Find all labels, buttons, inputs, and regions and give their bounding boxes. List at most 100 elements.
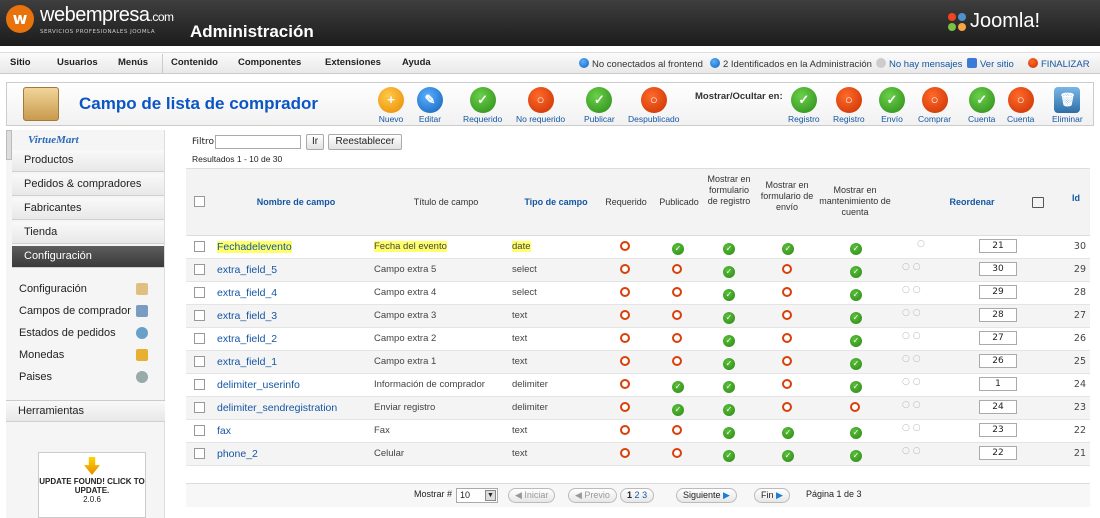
new-button[interactable]: + Nuevo [378,87,404,124]
order-input[interactable]: 28 [979,308,1017,322]
reorder-arrows[interactable]: ○ ○ [902,400,921,410]
menu-menus[interactable]: Menús [118,57,148,68]
order-input[interactable]: 21 [979,239,1017,253]
field-name-link[interactable]: fax [217,425,231,437]
row-checkbox[interactable] [194,310,205,321]
menu-componentes[interactable]: Componentes [238,57,301,68]
not-required-button[interactable]: ○ No requerido [516,87,565,124]
no-icon[interactable] [672,264,682,274]
no-icon[interactable] [782,333,792,343]
reorder-arrows[interactable]: ○ ○ [902,446,921,456]
edit-button[interactable]: ✎ Editar [417,87,443,124]
reorder-arrows[interactable]: ○ ○ [902,423,921,433]
check-icon[interactable]: ✓ [672,381,684,393]
order-input[interactable]: 27 [979,331,1017,345]
no-icon[interactable] [620,241,630,251]
no-icon[interactable] [782,287,792,297]
check-icon[interactable]: ✓ [850,450,862,462]
show-registration-off-button[interactable]: ○ Registro [833,87,865,124]
reorder-arrows[interactable]: ○ ○ [902,354,921,364]
no-icon[interactable] [620,287,630,297]
row-checkbox[interactable] [194,264,205,275]
no-icon[interactable] [782,356,792,366]
field-name-link[interactable]: extra_field_4 [217,287,277,299]
no-icon[interactable] [672,448,682,458]
end-button[interactable]: Fin ▶ [754,488,790,503]
page-1[interactable]: 1 [627,490,632,500]
order-input[interactable]: 26 [979,354,1017,368]
check-icon[interactable]: ✓ [782,450,794,462]
sidebar-link-campos-comprador[interactable]: Campos de comprador [19,305,131,317]
field-name-link[interactable]: extra_field_3 [217,310,277,322]
sidebar-item-fabricantes[interactable]: Fabricantes [12,198,164,220]
no-icon[interactable] [782,379,792,389]
no-icon[interactable] [672,310,682,320]
limit-select[interactable]: 10 ▼ [456,488,498,503]
row-checkbox[interactable] [194,241,205,252]
sidebar-link-paises[interactable]: Paises [19,371,52,383]
delete-button[interactable]: 🗑 Eliminar [1052,87,1083,124]
row-checkbox[interactable] [194,402,205,413]
col-type[interactable]: Tipo de campo [516,197,596,208]
prev-button[interactable]: ◀ Previo [568,488,617,503]
col-reorder[interactable]: Reordenar [902,197,1042,208]
check-icon[interactable]: ✓ [672,243,684,255]
field-name-link[interactable]: delimiter_userinfo [217,379,300,391]
check-icon[interactable]: ✓ [723,427,735,439]
no-icon[interactable] [620,379,630,389]
field-name-link[interactable]: extra_field_1 [217,356,277,368]
check-icon[interactable]: ✓ [850,427,862,439]
sidebar-item-pedidos[interactable]: Pedidos & compradores [12,174,164,196]
start-button[interactable]: ◀ Iniciar [508,488,556,503]
check-icon[interactable]: ✓ [850,358,862,370]
check-icon[interactable]: ✓ [723,266,735,278]
page-2[interactable]: 2 [635,490,640,500]
no-icon[interactable] [672,425,682,435]
show-account-on-button[interactable]: ✓ Cuenta [968,87,995,124]
required-button[interactable]: ✓ Requerido [463,87,502,124]
go-button[interactable]: Ir [306,134,324,150]
row-checkbox[interactable] [194,333,205,344]
order-input[interactable]: 29 [979,285,1017,299]
select-all-checkbox[interactable] [194,196,205,207]
check-icon[interactable]: ✓ [723,312,735,324]
sidebar-link-estados-pedidos[interactable]: Estados de pedidos [19,327,116,339]
sidebar-item-herramientas[interactable]: Herramientas [6,400,165,422]
reorder-arrows[interactable]: ○ [917,239,925,249]
row-checkbox[interactable] [194,448,205,459]
check-icon[interactable]: ✓ [723,243,735,255]
reorder-arrows[interactable]: ○ ○ [902,285,921,295]
check-icon[interactable]: ✓ [723,358,735,370]
row-checkbox[interactable] [194,287,205,298]
check-icon[interactable]: ✓ [850,381,862,393]
menu-usuarios[interactable]: Usuarios [57,57,98,68]
reorder-arrows[interactable]: ○ ○ [902,331,921,341]
reorder-arrows[interactable]: ○ ○ [902,262,921,272]
check-icon[interactable]: ✓ [782,427,794,439]
check-icon[interactable]: ✓ [672,404,684,416]
messages-link[interactable]: No hay mensajes [876,58,962,70]
row-checkbox[interactable] [194,356,205,367]
no-icon[interactable] [672,287,682,297]
no-icon[interactable] [782,264,792,274]
check-icon[interactable]: ✓ [850,243,862,255]
no-icon[interactable] [620,356,630,366]
check-icon[interactable]: ✓ [850,289,862,301]
no-icon[interactable] [620,310,630,320]
next-button[interactable]: Siguiente ▶ [676,488,737,503]
col-id[interactable]: Id [1066,193,1086,204]
order-input[interactable]: 24 [979,400,1017,414]
show-account-off-button[interactable]: ○ Cuenta [1007,87,1034,124]
no-icon[interactable] [782,310,792,320]
check-icon[interactable]: ✓ [723,450,735,462]
filter-input[interactable] [215,135,301,149]
no-icon[interactable] [620,333,630,343]
publish-button[interactable]: ✓ Publicar [584,87,615,124]
check-icon[interactable]: ✓ [850,335,862,347]
check-icon[interactable]: ✓ [723,289,735,301]
menu-extensiones[interactable]: Extensiones [325,57,381,68]
row-checkbox[interactable] [194,425,205,436]
sidebar-item-configuracion[interactable]: Configuración [12,246,164,268]
reorder-arrows[interactable]: ○ ○ [902,308,921,318]
order-input[interactable]: 22 [979,446,1017,460]
